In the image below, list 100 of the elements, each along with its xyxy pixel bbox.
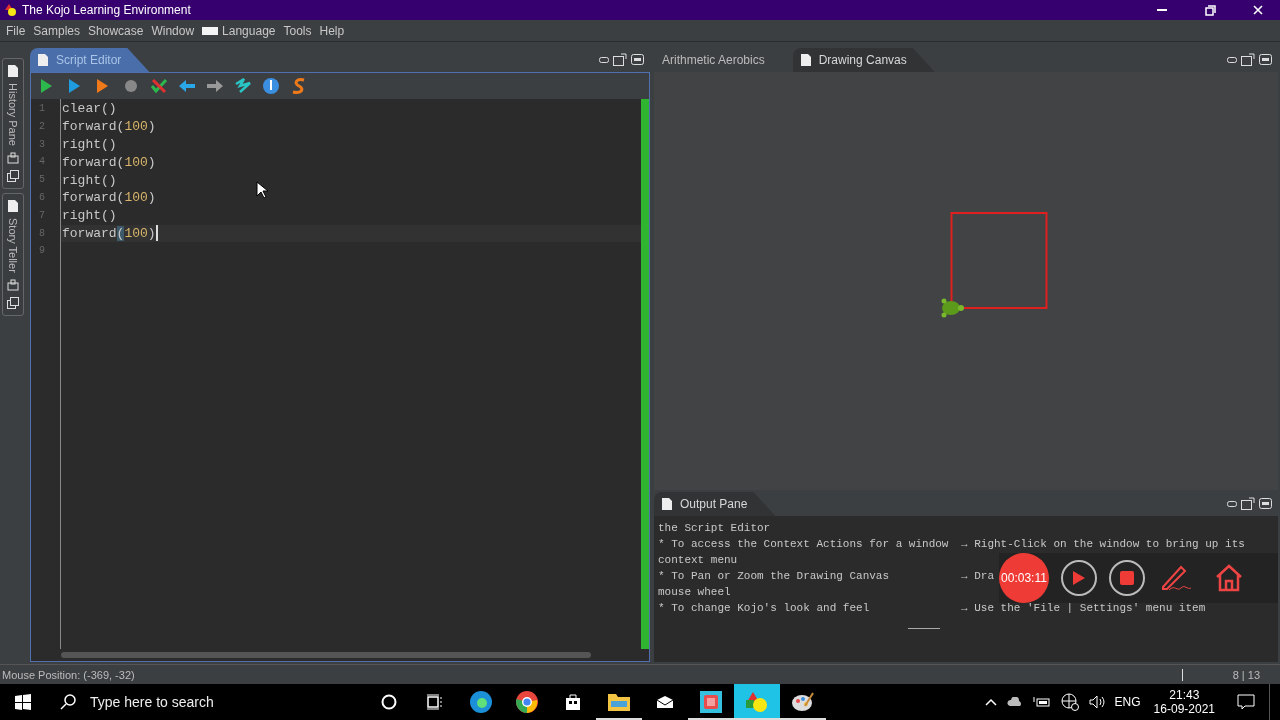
- code-line: right(): [62, 172, 117, 188]
- output-text: mouse wheel: [658, 585, 731, 600]
- play-button[interactable]: [1061, 560, 1097, 596]
- windows-icon: [7, 296, 19, 309]
- menu-item[interactable]: Tools: [279, 23, 316, 38]
- code-line: right(): [62, 208, 117, 224]
- clock[interactable]: 21:43 16-09-2021: [1145, 684, 1223, 720]
- code-line: forward(100): [62, 154, 156, 170]
- flag-icon: [202, 26, 219, 35]
- line-number: 1: [38, 102, 46, 116]
- minimize-icon: [1157, 9, 1167, 11]
- window-title: The Kojo Learning Environment: [22, 3, 192, 17]
- output-text: → Dra: [961, 569, 994, 584]
- folder-icon: [607, 692, 631, 712]
- menu-item[interactable]: Window: [147, 23, 199, 38]
- code-line: right(): [62, 137, 117, 152]
- maximize-icon[interactable]: [631, 54, 644, 65]
- line-number: 2: [38, 119, 46, 134]
- recorder-icon: [699, 690, 723, 714]
- windows-icon: [7, 170, 19, 182]
- minimize-icon[interactable]: [1227, 500, 1237, 507]
- cloud-icon: [1006, 697, 1023, 707]
- maximize-icon[interactable]: [1259, 54, 1272, 65]
- turtle-icon: [941, 298, 964, 318]
- zigzag-icon: [233, 76, 253, 96]
- output-text: context menu: [658, 553, 738, 568]
- line-number: 4: [38, 155, 46, 170]
- side-tab[interactable]: History Pane: [2, 58, 24, 189]
- side-tab-label: History Pane: [7, 83, 19, 146]
- page-icon: [8, 200, 18, 212]
- code-line: forward(100): [62, 190, 156, 206]
- speaker-icon: [1088, 695, 1105, 709]
- search-icon: [60, 694, 76, 710]
- globe-icon: [261, 76, 281, 96]
- minimize-icon[interactable]: [599, 56, 609, 63]
- shapes-icon: [744, 690, 770, 714]
- tab[interactable]: Drawing Canvas: [792, 48, 935, 72]
- close-icon: [1253, 5, 1263, 15]
- page-icon: [8, 65, 18, 77]
- stop-button[interactable]: [1109, 560, 1145, 596]
- side-tab-label: Story Teller: [7, 218, 19, 273]
- menu-item[interactable]: Language: [222, 23, 276, 38]
- mail-icon: [656, 695, 674, 709]
- check-cross-button[interactable]: [149, 76, 169, 96]
- code-line: forward(100): [62, 119, 156, 135]
- globe-button[interactable]: [261, 76, 281, 96]
- menu-item[interactable]: Help: [315, 23, 349, 38]
- scrollbar-thumb[interactable]: [61, 652, 591, 658]
- recording-timer: 00:03:11: [999, 553, 1049, 603]
- output-text: → Right-Click on the window to bring up its: [961, 537, 1245, 552]
- edge-icon: [469, 690, 493, 714]
- page-icon: [800, 54, 811, 66]
- stop-icon: [1120, 571, 1134, 585]
- minimize-icon[interactable]: [1227, 56, 1237, 63]
- dock-icon: [7, 152, 19, 164]
- clock-time: 21:43: [1169, 688, 1200, 702]
- bag-icon: [564, 693, 582, 711]
- float-icon[interactable]: [1241, 497, 1255, 510]
- line-number: 3: [38, 137, 46, 152]
- output-text: → Use the 'File | Settings' menu item: [961, 601, 1206, 616]
- menu-item[interactable]: File: [2, 23, 30, 38]
- side-tab[interactable]: Story Teller: [2, 193, 24, 316]
- caret-position: 8 | 13: [1182, 668, 1280, 681]
- zigzag-button[interactable]: [233, 76, 253, 96]
- dock-icon: [7, 278, 19, 291]
- app-logo-icon: [4, 4, 18, 16]
- mouse-position: Mouse Position: (-369, -32): [1, 668, 136, 681]
- task-view-icon: [426, 694, 444, 710]
- clock-date: 16-09-2021: [1153, 702, 1215, 716]
- menu-item[interactable]: Samples: [29, 23, 85, 38]
- menu-item[interactable]: Showcase: [84, 23, 148, 38]
- code-line: clear(): [62, 101, 117, 117]
- output-text: * To access the Context Actions for a window: [658, 537, 949, 552]
- output-text: * To Pan or Zoom the Drawing Canvas: [658, 569, 890, 584]
- maximize-icon[interactable]: [1259, 498, 1272, 509]
- chrome-icon: [515, 690, 539, 714]
- page-icon: [38, 54, 48, 66]
- palette-icon: [791, 691, 815, 713]
- play-icon: [1072, 570, 1086, 586]
- check-cross-icon: [149, 76, 169, 96]
- output-tab[interactable]: Output Pane: [654, 492, 776, 516]
- windows-logo-icon: [15, 694, 31, 710]
- line-number: 7: [38, 208, 46, 223]
- tab-label: Arithmetic Aerobics: [662, 53, 765, 67]
- circle-icon: [381, 694, 397, 710]
- globe-icon: [1060, 693, 1079, 711]
- mouse-cursor-icon: [256, 181, 268, 199]
- language-indicator[interactable]: ENG: [1109, 684, 1146, 720]
- restore-icon: [1204, 4, 1216, 16]
- code-line: forward(100): [62, 225, 156, 241]
- output-text: the Script Editor: [658, 521, 771, 536]
- tab-label: Drawing Canvas: [818, 53, 907, 67]
- text-caret: [155, 225, 158, 242]
- float-icon[interactable]: [1241, 53, 1255, 66]
- float-icon[interactable]: [613, 53, 627, 66]
- home-icon: [1214, 563, 1244, 593]
- battery-icon: [1032, 696, 1051, 708]
- tab-label: Output Pane: [680, 497, 748, 511]
- output-text: * To change Kojo's look and feel: [658, 601, 870, 616]
- chevron-up-icon: [984, 698, 997, 706]
